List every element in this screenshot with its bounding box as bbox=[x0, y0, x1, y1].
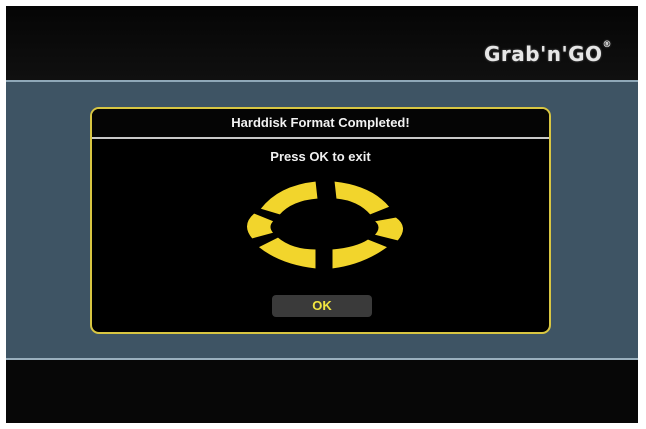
tv-screen: Grab'n'GO® Harddisk Format Completed! Pr… bbox=[6, 6, 638, 423]
ring-segment-right bbox=[372, 216, 404, 242]
ring-segment-left bbox=[246, 212, 275, 240]
ok-button[interactable]: OK bbox=[272, 295, 372, 317]
brand-logo: Grab'n'GO® bbox=[484, 40, 612, 66]
ring-segment-bottom-right bbox=[331, 238, 390, 270]
format-complete-dialog: Harddisk Format Completed! Press OK to e… bbox=[90, 107, 551, 334]
ring-segment-bottom-left bbox=[257, 236, 317, 270]
registered-mark: ® bbox=[602, 40, 612, 50]
ring-segment-top-right bbox=[333, 180, 391, 216]
format-progress-ring-icon bbox=[246, 180, 404, 270]
footer-band bbox=[6, 360, 638, 423]
ring-segment-top-left bbox=[259, 180, 319, 216]
dialog-message: Press OK to exit bbox=[270, 149, 371, 164]
header-band: Grab'n'GO® bbox=[6, 6, 638, 82]
dialog-title: Harddisk Format Completed! bbox=[92, 109, 549, 139]
brand-logo-text: Grab'n'GO bbox=[484, 42, 603, 66]
